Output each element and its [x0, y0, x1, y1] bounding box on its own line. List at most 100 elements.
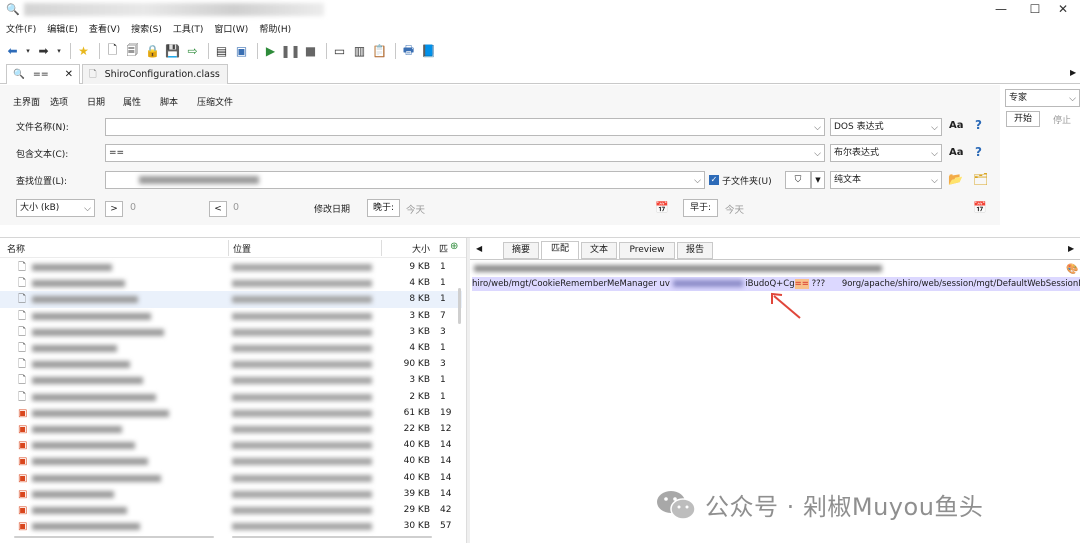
table-row[interactable]: ▣ 30 KB 57: [0, 518, 462, 534]
table-row[interactable]: ▣ 22 KB 12: [0, 421, 462, 437]
doc-tab-search[interactable]: 🔍 == ✕: [6, 64, 80, 84]
size-greater-button[interactable]: >: [105, 201, 123, 217]
filter-button[interactable]: ⛉: [785, 171, 811, 189]
help-icon[interactable]: ?: [975, 118, 982, 132]
case-sensitive-icon[interactable]: Aa: [949, 120, 964, 131]
stop-button[interactable]: 停止: [1053, 113, 1071, 126]
filename-mode-select[interactable]: DOS 表达式 ⌵: [830, 118, 942, 136]
dropdown-icon[interactable]: ▾: [55, 43, 63, 60]
table-row[interactable]: 🗋 3 KB 1: [0, 372, 462, 388]
mode-select[interactable]: 专家 ⌵: [1005, 89, 1080, 107]
table-row[interactable]: 🗋 8 KB 1: [0, 291, 462, 308]
menu-tools[interactable]: 工具(T): [173, 22, 204, 38]
menu-help[interactable]: 帮助(H): [259, 22, 291, 38]
vertical-scrollbar-thumb[interactable]: [458, 288, 461, 324]
horizontal-scrollbar-thumb[interactable]: [232, 536, 432, 538]
pause-icon[interactable]: ❚❚: [280, 43, 300, 60]
preview-tab-right-icon[interactable]: ▶: [1068, 244, 1074, 253]
play-icon[interactable]: ▶: [262, 43, 279, 60]
table-row[interactable]: ▣ 40 KB 14: [0, 470, 462, 486]
forward-arrow-icon[interactable]: ➡: [35, 43, 52, 60]
table-row[interactable]: ▣ 39 KB 14: [0, 486, 462, 502]
col-size-header[interactable]: 大小: [412, 242, 430, 258]
earlier-than-input[interactable]: 今天: [725, 202, 744, 216]
menu-view[interactable]: 查看(V): [89, 22, 120, 38]
add-column-icon[interactable]: ⊕: [450, 241, 458, 252]
col-name-header[interactable]: 名称: [7, 242, 25, 258]
tab-report[interactable]: 报告: [677, 242, 713, 259]
table-row[interactable]: ▣ 29 KB 42: [0, 502, 462, 518]
book-icon[interactable]: 📘: [420, 43, 437, 60]
earlier-than-button[interactable]: 早于:: [683, 199, 718, 217]
tab-date[interactable]: 日期: [87, 95, 105, 108]
lock-document-icon[interactable]: 🔒: [144, 43, 161, 60]
table-row[interactable]: 🗋 4 KB 1: [0, 340, 462, 356]
tab-archive[interactable]: 压缩文件: [197, 95, 233, 108]
panel-layout-icon[interactable]: ▥: [351, 43, 368, 60]
stop-icon[interactable]: ■: [302, 43, 319, 60]
new-document-icon[interactable]: 🗋: [104, 43, 121, 60]
col-match-header[interactable]: 匹: [439, 242, 448, 258]
tab-matches[interactable]: 匹配: [541, 241, 579, 259]
print-icon[interactable]: 🖶: [400, 43, 417, 60]
details-icon[interactable]: ▣: [233, 43, 250, 60]
subfolder-checkbox[interactable]: ✓: [709, 175, 719, 185]
table-row[interactable]: 🗋 9 KB 1: [0, 259, 462, 275]
color-palette-icon[interactable]: 🎨: [1066, 264, 1078, 275]
menu-file[interactable]: 文件(F): [6, 22, 36, 38]
col-location-header[interactable]: 位置: [233, 242, 251, 258]
table-row[interactable]: 🗋 3 KB 7: [0, 308, 462, 324]
table-row[interactable]: 🗋 4 KB 1: [0, 275, 462, 291]
save-icon[interactable]: 💾: [164, 43, 181, 60]
calendar-icon[interactable]: 📅: [655, 201, 669, 214]
table-row[interactable]: 🗋 90 KB 3: [0, 356, 462, 372]
tab-script[interactable]: 脚本: [160, 95, 178, 108]
back-arrow-icon[interactable]: ⬅: [4, 43, 21, 60]
window-layout-icon[interactable]: ▭: [331, 43, 348, 60]
start-button[interactable]: 开始: [1006, 111, 1040, 127]
export-icon[interactable]: ⇨: [184, 43, 201, 60]
close-tab-icon[interactable]: ✕: [65, 69, 73, 80]
report-icon[interactable]: 📋: [371, 43, 388, 60]
tab-attributes[interactable]: 属性: [123, 95, 141, 108]
menu-search[interactable]: 搜索(S): [131, 22, 162, 38]
size-min-input[interactable]: 0: [130, 202, 136, 213]
text-mode-select[interactable]: 纯文本 ⌵: [830, 171, 942, 189]
calendar-icon[interactable]: 📅: [973, 201, 987, 214]
menu-edit[interactable]: 编辑(E): [47, 22, 78, 38]
table-row[interactable]: ▣ 40 KB 14: [0, 453, 462, 469]
contains-text-input[interactable]: == ⌵: [105, 144, 825, 162]
tab-main[interactable]: 主界面: [13, 95, 40, 108]
favorite-star-icon[interactable]: ★: [75, 43, 92, 60]
folders-icon[interactable]: 🗂: [973, 172, 988, 186]
size-less-button[interactable]: <: [209, 201, 227, 217]
filter-dropdown-button[interactable]: ▼: [811, 171, 825, 189]
minimize-button[interactable]: —: [984, 0, 1018, 20]
table-row[interactable]: ▣ 40 KB 14: [0, 437, 462, 453]
tab-preview[interactable]: Preview: [619, 242, 675, 259]
preview-tab-left-icon[interactable]: ◀: [476, 244, 482, 253]
menu-window[interactable]: 窗口(W): [214, 22, 248, 38]
size-unit-select[interactable]: 大小 (kB) ⌵: [16, 199, 95, 217]
doc-tab-class-file[interactable]: 🗋 ShiroConfiguration.class: [82, 64, 228, 84]
copy-document-icon[interactable]: 🗐: [124, 43, 141, 60]
dropdown-icon[interactable]: ▾: [24, 43, 32, 60]
contains-mode-select[interactable]: 布尔表达式 ⌵: [830, 144, 942, 162]
tab-text[interactable]: 文本: [581, 242, 617, 259]
close-button[interactable]: ✕: [1046, 0, 1080, 20]
location-input[interactable]: ⌵: [105, 171, 705, 189]
tab-summary[interactable]: 摘要: [503, 242, 539, 259]
case-sensitive-icon[interactable]: Aa: [949, 147, 964, 158]
later-than-input[interactable]: 今天: [406, 202, 425, 216]
tab-options[interactable]: 选项: [50, 95, 68, 108]
size-max-input[interactable]: 0: [233, 202, 239, 213]
filename-input[interactable]: ⌵: [105, 118, 825, 136]
table-row[interactable]: 🗋 2 KB 1: [0, 389, 462, 405]
tab-scroll-right-icon[interactable]: ▶: [1070, 68, 1076, 77]
table-row[interactable]: 🗋 3 KB 3: [0, 324, 462, 340]
folder-open-icon[interactable]: 📂: [948, 172, 963, 186]
later-than-button[interactable]: 晚于:: [367, 199, 400, 217]
horizontal-scrollbar-thumb[interactable]: [14, 536, 214, 538]
table-row[interactable]: ▣ 61 KB 19: [0, 405, 462, 421]
help-icon[interactable]: ?: [975, 145, 982, 159]
